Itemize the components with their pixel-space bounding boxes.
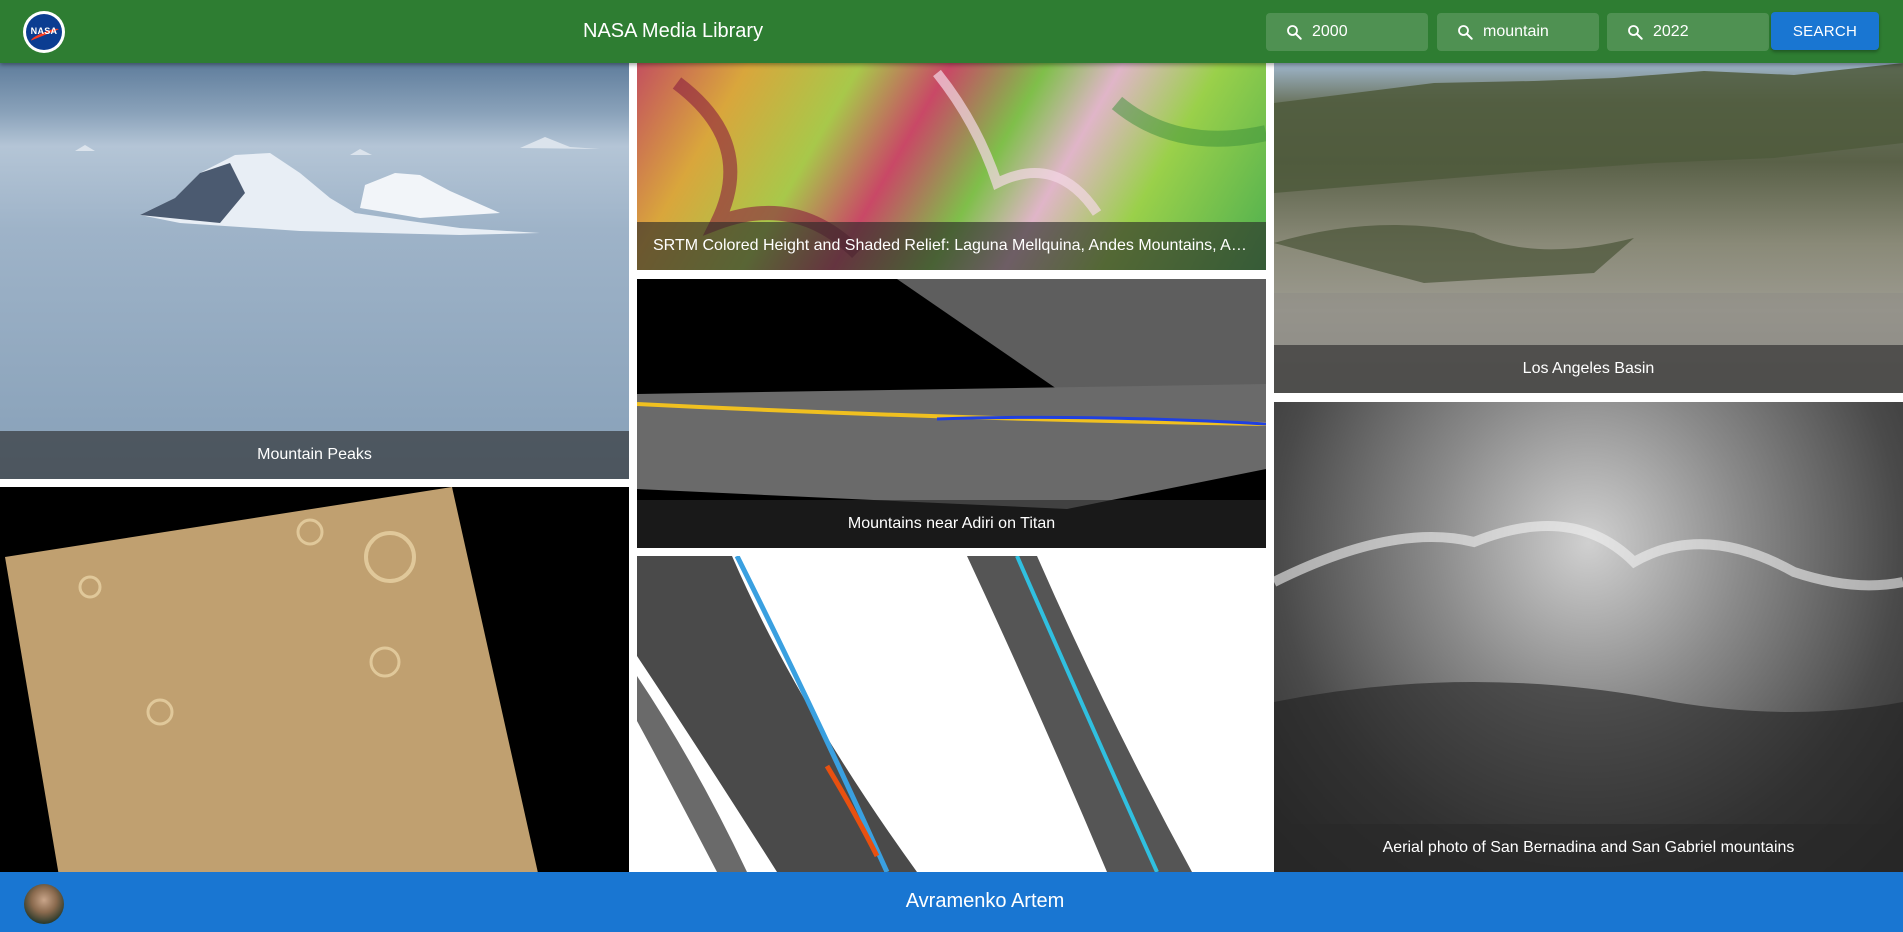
gallery-item-san-bernadina-mountains[interactable]: Aerial photo of San Bernadina and San Ga… — [1274, 402, 1903, 872]
search-field-year-end[interactable] — [1607, 13, 1769, 51]
gallery-caption: Aerial photo of San Bernadina and San Ga… — [1274, 824, 1903, 872]
search-field-year-start[interactable] — [1266, 13, 1428, 51]
mountain-peaks-image — [75, 137, 600, 235]
search-input-year-start[interactable] — [1312, 13, 1422, 51]
gallery-caption: Los Angeles Basin — [1274, 345, 1903, 393]
gallery-item-los-angeles-basin[interactable]: Los Angeles Basin — [1274, 63, 1903, 393]
search-icon — [1628, 25, 1643, 40]
gallery-caption: Mountain Peaks — [0, 431, 629, 479]
gallery-item-titan-swaths[interactable] — [637, 556, 1266, 872]
search-field-keyword[interactable] — [1437, 13, 1599, 51]
gallery-item-adiri-titan[interactable]: Mountains near Adiri on Titan — [637, 279, 1266, 548]
app-footer: Avramenko Artem — [0, 872, 1903, 932]
san-bernadina-elevation-image — [1274, 521, 1903, 872]
app-header: NASA NASA Media Library SEARCH — [0, 0, 1903, 63]
gallery-item-srtm-laguna-mellquina[interactable]: SRTM Colored Height and Shaded Relief: L… — [637, 63, 1266, 270]
gallery-item-mars-craters[interactable] — [0, 487, 629, 872]
nasa-logo[interactable]: NASA — [23, 11, 65, 53]
gallery-item-mountain-peaks[interactable]: Mountain Peaks — [0, 63, 629, 479]
los-angeles-basin-image — [1274, 63, 1903, 393]
author-name: Avramenko Artem — [905, 890, 1065, 912]
gallery-caption: Mountains near Adiri on Titan — [637, 500, 1266, 548]
search-input-keyword[interactable] — [1483, 13, 1593, 51]
mars-craters-image — [5, 487, 538, 872]
search-input-year-end[interactable] — [1653, 13, 1763, 51]
page-title: NASA Media Library — [583, 20, 764, 42]
nasa-logo-badge: NASA — [26, 14, 62, 50]
gallery-caption: SRTM Colored Height and Shaded Relief: L… — [637, 222, 1266, 270]
titan-swaths-image — [637, 556, 1192, 872]
search-icon — [1287, 25, 1302, 40]
search-button[interactable]: SEARCH — [1771, 12, 1879, 50]
logo-text: NASA — [30, 26, 58, 36]
search-icon — [1458, 25, 1473, 40]
